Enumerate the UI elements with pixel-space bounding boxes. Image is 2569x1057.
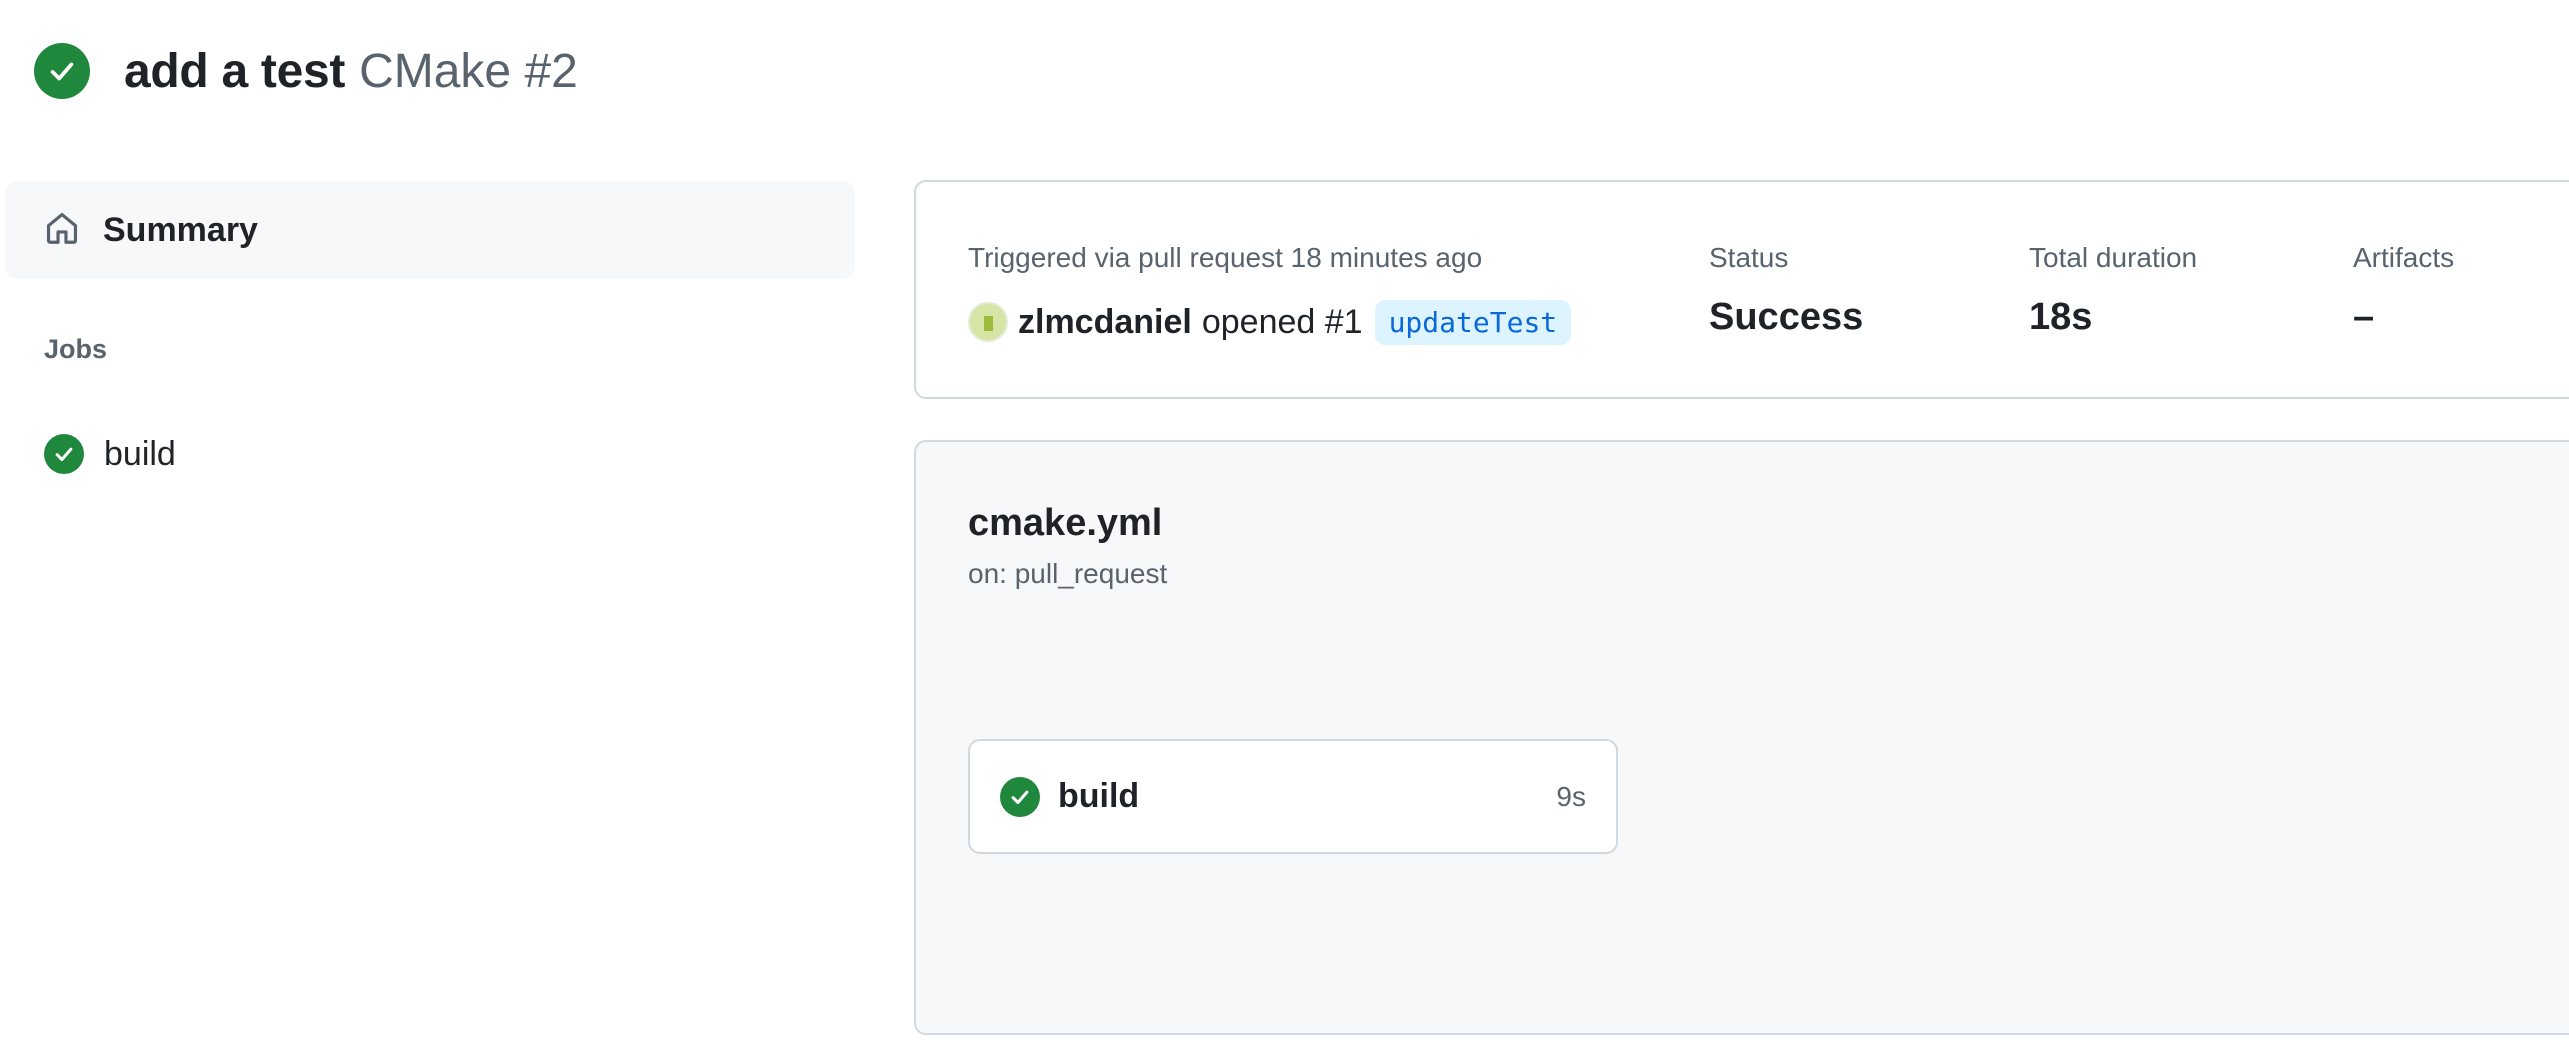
- job-node-build[interactable]: build 9s: [968, 739, 1618, 854]
- duration-value: 18s: [2029, 296, 2093, 338]
- job-name: build: [1058, 777, 1140, 815]
- workflow-graph: cmake.yml on: pull_request build 9s: [914, 440, 2569, 1035]
- artifacts-stat: Artifacts –: [2353, 242, 2454, 339]
- home-icon: [43, 209, 81, 252]
- workflow-run-name: CMake #2: [359, 44, 578, 98]
- artifacts-label: Artifacts: [2353, 242, 2455, 273]
- duration-label: Total duration: [2029, 242, 2198, 273]
- artifacts-value: –: [2353, 296, 2375, 338]
- sidebar-item-label: build: [104, 434, 176, 473]
- pull-request-action[interactable]: opened #1: [1202, 303, 1363, 342]
- sidebar-item-build[interactable]: build: [44, 430, 176, 478]
- success-check-icon: [1000, 776, 1040, 817]
- avatar[interactable]: [968, 302, 1008, 342]
- duration-stat: Total duration 18s: [2029, 242, 2197, 339]
- run-summary-card: Triggered via pull request 18 minutes ag…: [914, 180, 2569, 399]
- sidebar-item-label: Summary: [103, 210, 258, 249]
- workflow-trigger: on: pull_request: [968, 558, 1168, 589]
- job-duration: 9s: [1556, 780, 1586, 812]
- jobs-heading: Jobs: [44, 334, 108, 364]
- success-check-icon: [44, 434, 84, 474]
- status-label: Status: [1709, 242, 1789, 273]
- author-link[interactable]: zlmcdaniel: [1018, 303, 1192, 342]
- trigger-details: zlmcdaniel opened #1 updateTest: [968, 298, 1572, 346]
- success-check-icon: [34, 43, 90, 99]
- branch-badge[interactable]: updateTest: [1374, 299, 1572, 345]
- sidebar-item-summary[interactable]: Summary: [5, 181, 855, 279]
- workflow-file-name: cmake.yml: [968, 502, 1163, 544]
- status-value: Success: [1709, 296, 1864, 338]
- page-header: add a test CMake #2: [34, 40, 578, 102]
- trigger-description: Triggered via pull request 18 minutes ag…: [968, 242, 1483, 273]
- page-title: add a test: [124, 44, 346, 98]
- status-stat: Status Success: [1709, 242, 1863, 339]
